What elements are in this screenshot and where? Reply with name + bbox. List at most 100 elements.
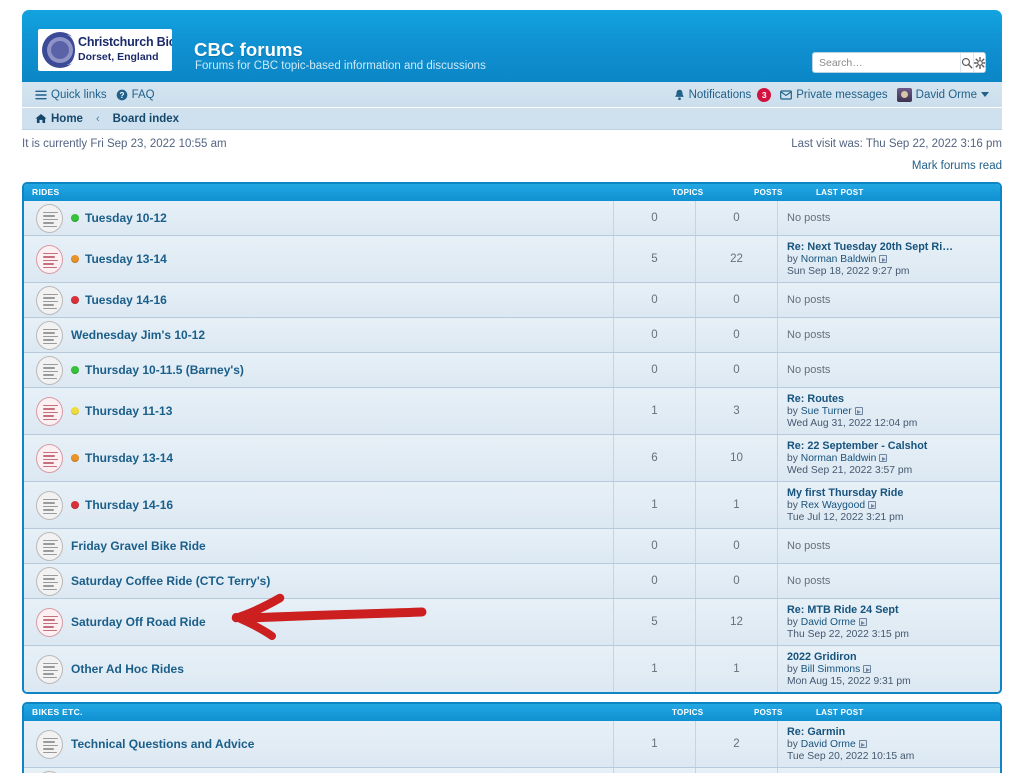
forum-title-link[interactable]: Friday Gravel Bike Ride	[71, 539, 206, 553]
last-post-author: by Norman Baldwin	[787, 453, 1000, 464]
svg-text:?: ?	[119, 91, 124, 100]
notifications-link[interactable]: Notifications 3	[674, 87, 772, 102]
forum-row[interactable]: Tuesday 14-16 0 0 No posts	[24, 283, 1000, 318]
forum-row[interactable]: Wednesday Jim's 10-12 0 0 No posts	[24, 318, 1000, 353]
forum-row[interactable]: Other Ad Hoc Rides 1 1 2022 Gridiron by Bill…	[24, 646, 1000, 692]
go-to-last-post-icon[interactable]	[879, 454, 888, 462]
breadcrumb-board-index-label: Board index	[112, 112, 180, 125]
forum-last-post-cell: No posts	[778, 529, 1000, 563]
forum-unread-icon	[36, 396, 63, 426]
forum-row[interactable]: Tuesday 13-14 5 22 Re: Next Tuesday 20th Se…	[24, 236, 1000, 283]
last-post-subject[interactable]: Re: 22 September - Calshot	[787, 440, 1000, 452]
forum-row[interactable]: Thursday 11-13 1 3 Re: Routes by Sue Turner W…	[24, 388, 1000, 435]
mark-forums-read-link[interactable]: Mark forums read	[22, 160, 1002, 178]
forum-row[interactable]: Saturday Coffee Ride (CTC Terry's) 0 0 No p…	[24, 564, 1000, 599]
by-label: by	[787, 500, 798, 511]
forum-posts-count: 0	[696, 353, 778, 387]
forum-posts-count: 2	[696, 721, 778, 767]
forum-title-link[interactable]: Saturday Off Road Ride	[71, 615, 206, 629]
forum-row[interactable]: Thursday 14-16 1 1 My first Thursday Ride by…	[24, 482, 1000, 529]
last-post-subject[interactable]: Re: Routes	[787, 393, 1000, 405]
forum-topics-count: 0	[614, 201, 696, 235]
chevron-down-icon	[981, 92, 989, 97]
column-header-posts: Posts	[754, 188, 783, 197]
last-post-author: by David Orme	[787, 739, 1000, 750]
go-to-last-post-icon[interactable]	[879, 255, 888, 263]
last-post-time: Mon Aug 15, 2022 9:31 pm	[787, 676, 911, 687]
forum-title-link[interactable]: Thursday 11-13	[85, 404, 172, 418]
last-post-author-name[interactable]: Rex Waygood	[801, 500, 865, 511]
search-options-button[interactable]	[973, 53, 985, 72]
forum-title-link[interactable]: Thursday 14-16	[85, 498, 173, 512]
forum-title-link[interactable]: Wednesday Jim's 10-12	[71, 328, 205, 342]
last-post-author-name[interactable]: Bill Simmons	[801, 664, 861, 675]
go-to-last-post-icon[interactable]	[863, 665, 872, 673]
site-logo[interactable]: Christchurch Bicy Dorset, England	[38, 29, 172, 71]
forum-row[interactable]: Technical Questions and Advice 1 2 Re: Garm…	[24, 721, 1000, 768]
last-post-subject[interactable]: My first Thursday Ride	[787, 487, 1000, 499]
go-to-last-post-icon[interactable]	[858, 618, 867, 626]
forum-topics-count: 0	[614, 283, 696, 317]
notifications-label: Notifications	[688, 88, 752, 101]
last-post-author-name[interactable]: David Orme	[801, 739, 856, 750]
go-to-last-post-icon[interactable]	[858, 740, 867, 748]
logo-line-1: Christchurch Bicy	[78, 35, 172, 49]
faq-label: FAQ	[131, 88, 155, 101]
last-post-author-name[interactable]: Sue Turner	[801, 406, 852, 417]
forum-read-icon	[36, 566, 63, 596]
forum-read-icon	[36, 531, 63, 561]
current-time: It is currently Fri Sep 23, 2022 10:55 a…	[22, 138, 227, 150]
forum-name-cell: Technical Questions and Advice	[24, 721, 614, 767]
forum-title-link[interactable]: Thursday 13-14	[85, 451, 173, 465]
forum-row[interactable]: For Sale and Wanted No posts	[24, 768, 1000, 773]
quick-links-menu[interactable]: Quick links	[35, 89, 107, 101]
forum-title-link[interactable]: Tuesday 10-12	[85, 211, 167, 225]
last-post-subject[interactable]: 2022 Gridiron	[787, 651, 1000, 663]
forum-last-post-cell: No posts	[778, 564, 1000, 598]
last-post-author-name[interactable]: Norman Baldwin	[801, 254, 877, 265]
last-post-author-name[interactable]: Norman Baldwin	[801, 453, 877, 464]
forum-title-link[interactable]: Other Ad Hoc Rides	[71, 662, 184, 676]
forum-topics-count: 0	[614, 318, 696, 352]
last-post-author-name[interactable]: David Orme	[801, 617, 856, 628]
private-messages-link[interactable]: Private messages	[780, 89, 888, 101]
search-input[interactable]	[813, 53, 960, 72]
category-title[interactable]: Rides	[32, 187, 59, 197]
go-to-last-post-icon[interactable]	[854, 407, 863, 415]
breadcrumb-home[interactable]: Home	[35, 113, 83, 125]
faq-link[interactable]: ? FAQ	[116, 89, 155, 101]
forum-row[interactable]: Thursday 13-14 6 10 Re: 22 September - Cals…	[24, 435, 1000, 482]
forum-last-post-cell: No posts	[778, 318, 1000, 352]
forum-title-link[interactable]: Tuesday 14-16	[85, 293, 167, 307]
logo-emblem-icon	[42, 32, 79, 68]
forum-row[interactable]: Friday Gravel Bike Ride 0 0 No posts	[24, 529, 1000, 564]
last-post-subject[interactable]: Re: MTB Ride 24 Sept	[787, 604, 1000, 616]
category-title[interactable]: Bikes etc.	[32, 707, 83, 717]
user-menu[interactable]: David Orme	[896, 87, 989, 102]
forum-title-link[interactable]: Technical Questions and Advice	[71, 737, 254, 751]
forum-topics-count: 1	[614, 646, 696, 692]
forum-last-post-cell: My first Thursday Ride by Rex Waygood Tue …	[778, 482, 1000, 528]
forum-row[interactable]: Saturday Off Road Ride 5 12 Re: MTB Ride 24…	[24, 599, 1000, 646]
forum-last-post-cell: 2022 Gridiron by Bill Simmons Mon Aug 15, …	[778, 646, 1000, 692]
status-bullet-green	[71, 214, 79, 222]
breadcrumb-board-index[interactable]: Board index	[113, 113, 179, 125]
forum-row[interactable]: Thursday 10-11.5 (Barney's) 0 0 No posts	[24, 353, 1000, 388]
forum-read-icon	[36, 320, 63, 350]
column-header-topics: Topics	[672, 188, 704, 197]
forum-title-link[interactable]: Saturday Coffee Ride (CTC Terry's)	[71, 574, 270, 588]
forum-row[interactable]: Tuesday 10-12 0 0 No posts	[24, 201, 1000, 236]
forum-title-link[interactable]: Tuesday 13-14	[85, 252, 167, 266]
last-post-subject[interactable]: Re: Next Tuesday 20th Sept Ri…	[787, 241, 1000, 253]
forum-topics-count: 1	[614, 482, 696, 528]
last-post-author: by Sue Turner	[787, 406, 1000, 417]
last-post-subject[interactable]: Re: Garmin	[787, 726, 1000, 738]
hamburger-icon	[35, 90, 47, 99]
forum-last-post-cell: No posts	[778, 201, 1000, 235]
forum-last-post-cell: Re: MTB Ride 24 Sept by David Orme Thu Sep…	[778, 599, 1000, 645]
search-button[interactable]	[960, 53, 973, 72]
search-box[interactable]	[812, 52, 986, 73]
go-to-last-post-icon[interactable]	[868, 501, 877, 509]
last-post-time: Wed Sep 21, 2022 3:57 pm	[787, 465, 913, 476]
forum-title-link[interactable]: Thursday 10-11.5 (Barney's)	[85, 363, 244, 377]
